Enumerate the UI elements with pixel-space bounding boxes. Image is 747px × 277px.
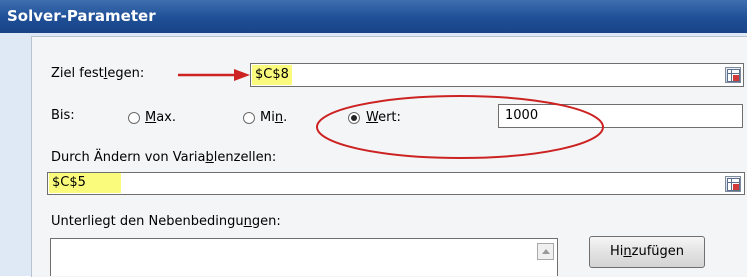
radio-min[interactable] bbox=[243, 112, 255, 124]
add-constraint-button[interactable]: Hinzufügen bbox=[589, 236, 705, 268]
objective-label: Ziel festlegen: bbox=[51, 66, 145, 81]
title-bar[interactable]: Solver-Parameter bbox=[0, 0, 747, 33]
constraints-scroll-up-button[interactable] bbox=[537, 243, 554, 260]
cell-picker-icon bbox=[727, 178, 740, 191]
radio-min-label[interactable]: Min. bbox=[260, 110, 287, 125]
variables-picker-button[interactable] bbox=[725, 176, 741, 192]
radio-max[interactable] bbox=[128, 112, 140, 124]
variables-value: $C$5 bbox=[49, 173, 121, 193]
target-label: Bis: bbox=[51, 108, 75, 123]
cell-picker-icon bbox=[727, 69, 740, 82]
objective-value: $C$8 bbox=[252, 65, 292, 85]
objective-input[interactable] bbox=[250, 63, 744, 87]
window-title: Solver-Parameter bbox=[7, 7, 156, 25]
annotation-ellipse bbox=[316, 95, 604, 159]
variables-label: Durch Ändern von Variablenzellen: bbox=[51, 150, 277, 165]
variables-input[interactable] bbox=[47, 172, 745, 195]
constraints-label: Unterliegt den Nebenbedingungen: bbox=[51, 214, 281, 229]
constraints-list[interactable] bbox=[50, 238, 558, 276]
objective-picker-button[interactable] bbox=[725, 67, 741, 83]
annotation-arrow bbox=[178, 69, 250, 81]
radio-max-label[interactable]: Max. bbox=[145, 110, 176, 125]
